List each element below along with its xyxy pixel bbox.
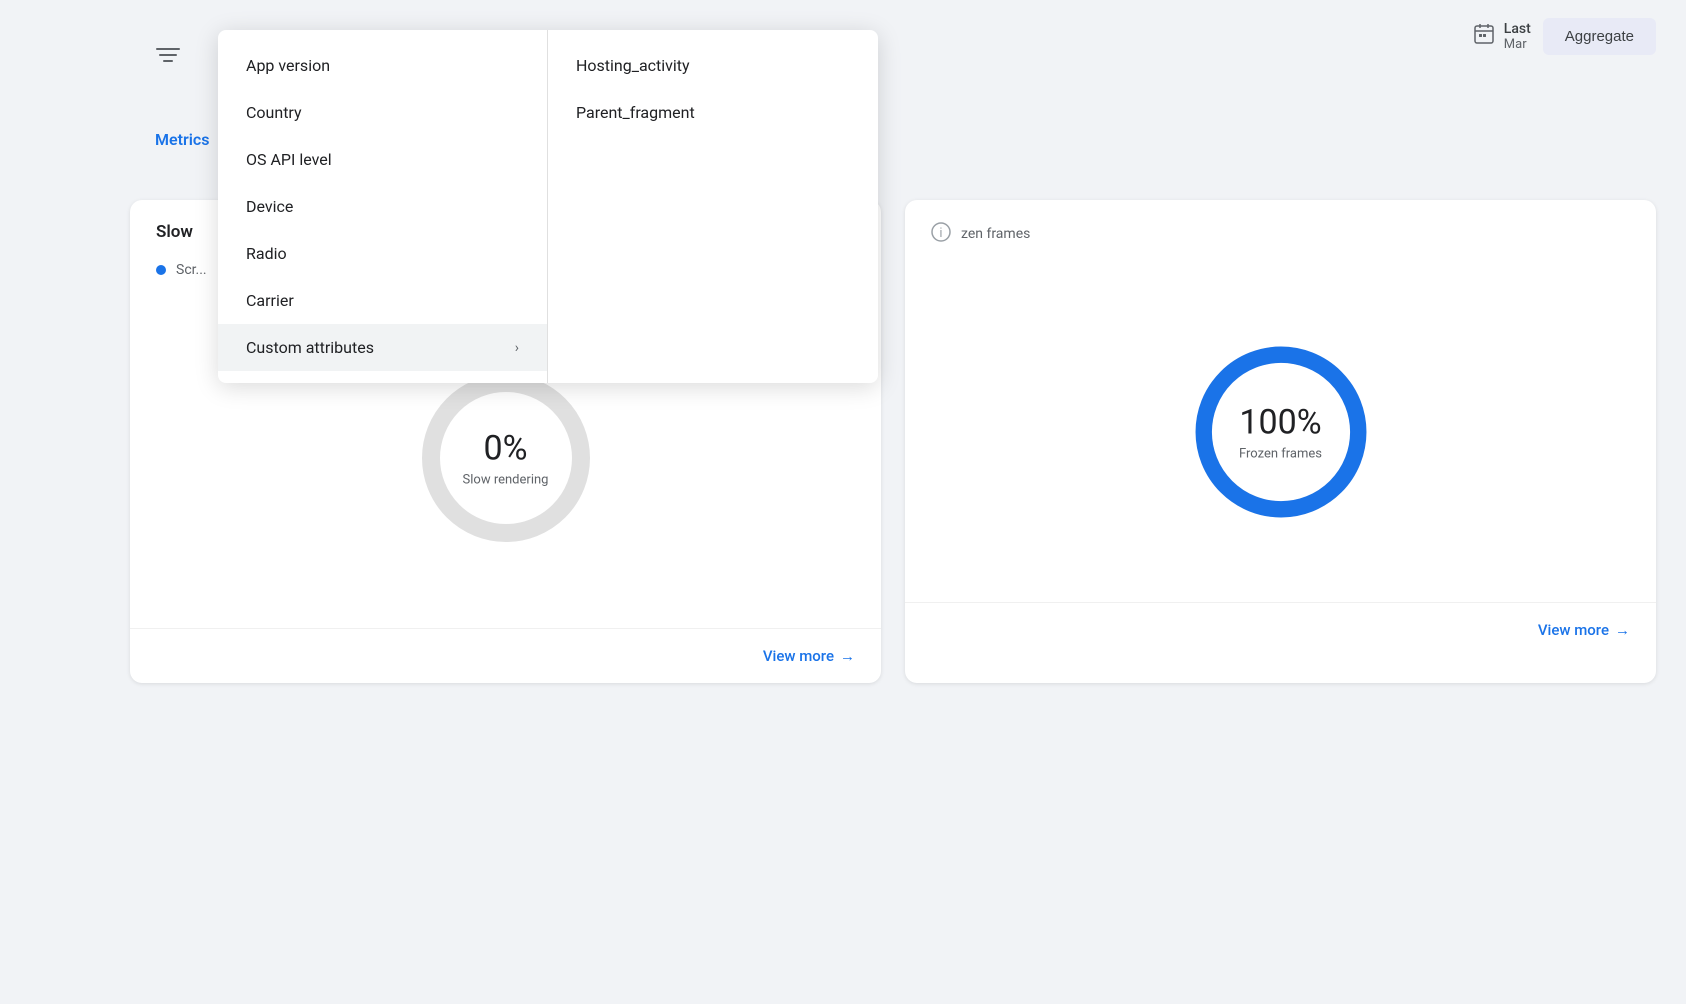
menu-item-radio[interactable]: Radio bbox=[218, 230, 547, 277]
dropdown-left-column: App version Country OS API level Device … bbox=[218, 30, 548, 383]
chart-center-slow: 0% Slow rendering bbox=[463, 429, 549, 488]
frozen-frames-card: i zen frames 100% Frozen frames bbox=[905, 200, 1656, 683]
chart-center-frozen: 100% Frozen frames bbox=[1239, 403, 1322, 462]
chevron-right-icon: › bbox=[515, 340, 519, 356]
frames-label-frozen: zen frames bbox=[961, 226, 1030, 242]
slow-sublabel: Slow rendering bbox=[463, 473, 549, 488]
dropdown-menu: App version Country OS API level Device … bbox=[218, 30, 878, 383]
frozen-sublabel: Frozen frames bbox=[1239, 447, 1322, 462]
top-bar: Last Mar Aggregate bbox=[1442, 0, 1686, 73]
calendar-icon bbox=[1472, 22, 1496, 52]
svg-text:i: i bbox=[940, 225, 943, 240]
menu-item-parent-fragment[interactable]: Parent_fragment bbox=[548, 89, 878, 136]
last-label: Last bbox=[1504, 21, 1531, 37]
frozen-percent: 100% bbox=[1239, 403, 1322, 443]
card-footer-frozen: View more → bbox=[905, 602, 1656, 657]
card-header-frozen: i zen frames bbox=[905, 200, 1656, 262]
menu-item-carrier[interactable]: Carrier bbox=[218, 277, 547, 324]
filter-icon[interactable] bbox=[155, 45, 181, 71]
card-title-slow: Slow bbox=[156, 222, 193, 242]
calendar-area: Last Mar bbox=[1472, 21, 1531, 52]
dropdown-right-column: Hosting_activity Parent_fragment bbox=[548, 30, 878, 383]
arrow-right-icon: → bbox=[840, 647, 855, 665]
arrow-right-icon-frozen: → bbox=[1615, 621, 1630, 639]
screen-label-slow: Scr... bbox=[176, 262, 207, 278]
menu-item-hosting-activity[interactable]: Hosting_activity bbox=[548, 42, 878, 89]
menu-item-custom-attributes[interactable]: Custom attributes › bbox=[218, 324, 547, 371]
frozen-chart-container: 100% Frozen frames bbox=[1171, 322, 1391, 542]
menu-item-os-api-level[interactable]: OS API level bbox=[218, 136, 547, 183]
card-body-frozen: 100% Frozen frames bbox=[905, 262, 1656, 602]
mar-label: Mar bbox=[1504, 37, 1531, 52]
menu-item-device[interactable]: Device bbox=[218, 183, 547, 230]
legend-dot-slow bbox=[156, 265, 166, 275]
card-footer-slow: View more → bbox=[130, 628, 881, 683]
menu-item-country[interactable]: Country bbox=[218, 89, 547, 136]
aggregate-button[interactable]: Aggregate bbox=[1543, 18, 1656, 55]
view-more-frozen[interactable]: View more → bbox=[1538, 621, 1630, 639]
info-icon-frozen: i bbox=[931, 222, 951, 246]
view-more-slow[interactable]: View more → bbox=[763, 647, 855, 665]
slow-chart-container: 0% Slow rendering bbox=[406, 358, 606, 558]
calendar-labels: Last Mar bbox=[1504, 21, 1531, 52]
slow-percent: 0% bbox=[463, 429, 549, 469]
filter-icon-area[interactable] bbox=[155, 45, 181, 71]
metrics-label: Metrics bbox=[155, 130, 209, 149]
menu-item-app-version[interactable]: App version bbox=[218, 42, 547, 89]
